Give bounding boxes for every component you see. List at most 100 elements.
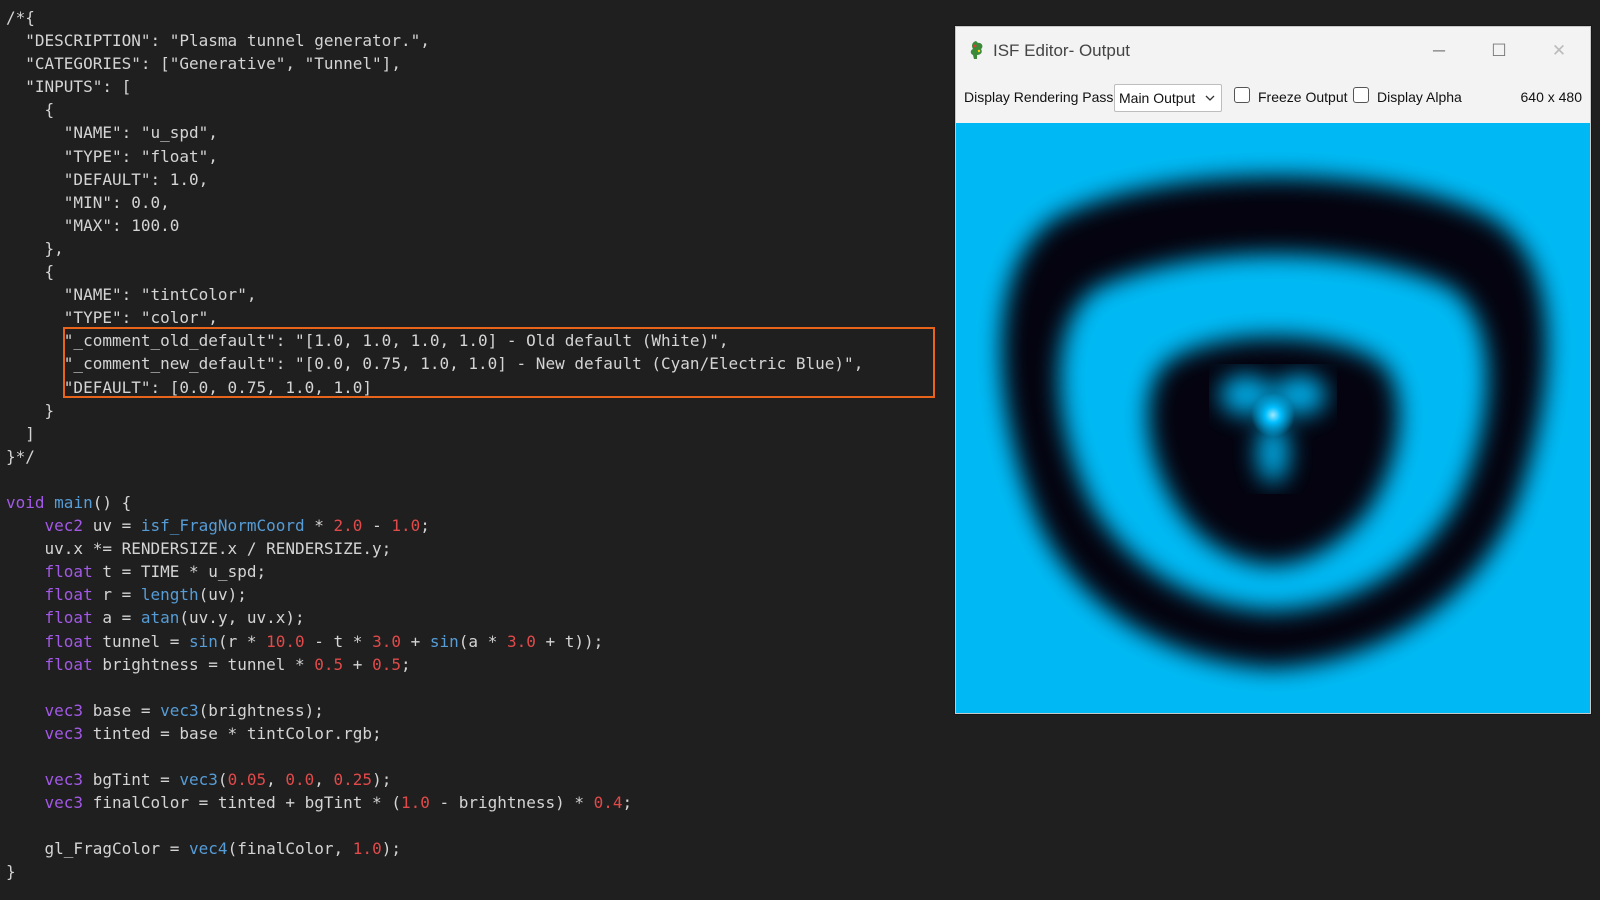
output-toolbar: Display Rendering Pass: Main Output Free… [956,75,1590,123]
display-alpha-checkbox[interactable] [1353,87,1369,103]
code-line: "INPUTS": [ [6,75,863,98]
code-token: 3.0 [506,631,536,651]
output-window[interactable]: ISF Editor- Output ─ ☐ ✕ Display Renderi… [955,26,1591,714]
code-token: 0.5 [314,654,344,674]
code-line: "CATEGORIES": ["Generative", "Tunnel"], [6,52,863,75]
code-token: + t)); [535,631,604,651]
code-token: 3.0 [372,631,401,651]
code-token: , [314,770,334,790]
code-token: atan [140,608,180,628]
code-line: }*/ [6,445,863,468]
render-preview [956,123,1590,713]
code-line: vec3 bgTint = vec3(0.05, 0.0, 0.25); [6,768,863,791]
shader-code[interactable]: /*{ "DESCRIPTION": "Plasma tunnel genera… [6,6,863,884]
code-token: vec3 [44,723,84,743]
code-line: /*{ [6,6,863,29]
code-token: base = [83,700,161,720]
code-token: 0.25 [333,770,373,790]
code-line: { [6,98,863,121]
minimize-button[interactable]: ─ [1419,35,1459,67]
code-line: "_comment_new_default": "[0.0, 0.75, 1.0… [6,352,864,375]
code-token: + [400,631,430,651]
code-line: "MAX": 100.0 [6,214,863,237]
code-token: ; [400,654,411,674]
code-token: sin [189,631,218,651]
code-token: length [140,585,199,605]
code-token: float [44,654,93,674]
code-token: isf_FragNormCoord [140,516,305,536]
code-token: vec3 [179,770,218,790]
code-token: float [44,631,93,651]
code-token: "NAME": "u_spd", [6,123,218,143]
code-editor[interactable]: /*{ "DESCRIPTION": "Plasma tunnel genera… [0,0,940,900]
code-line: float t = TIME * u_spd; [6,560,863,583]
rendering-pass-label: Display Rendering Pass: [964,89,1118,105]
code-token: 10.0 [266,631,305,651]
rendering-pass-select[interactable]: Main Output [1114,84,1222,112]
code-line: vec3 base = vec3(brightness); [6,699,863,722]
code-token: ] [6,423,35,443]
code-token: } [6,862,16,882]
code-token: 1.0 [352,839,382,859]
freeze-output-checkbox[interactable] [1234,87,1250,103]
code-token: t = TIME * u_spd; [92,562,267,582]
code-line: gl_FragColor = vec4(finalColor, 1.0); [6,837,863,860]
code-token: r = [92,585,141,605]
code-token: (uv.y, uv.x); [179,608,305,628]
maximize-button[interactable]: ☐ [1479,35,1519,67]
app-icon [970,41,983,59]
code-token: vec3 [44,700,84,720]
code-line: ] [6,422,863,445]
code-line: "_comment_old_default": "[1.0, 1.0, 1.0,… [6,329,863,352]
code-token: * [304,516,334,536]
code-token: finalColor = tinted + bgTint * ( [83,793,401,813]
code-line: vec2 uv = isf_FragNormCoord * 2.0 - 1.0; [6,514,863,537]
code-line: uv.x *= RENDERSIZE.x / RENDERSIZE.y; [6,537,863,560]
code-token: 1.0 [391,516,421,536]
code-token: ); [372,770,392,790]
code-token: "INPUTS": [ [6,77,132,97]
code-line: float tunnel = sin(r * 10.0 - t * 3.0 + … [6,630,863,653]
code-token: { [6,100,55,120]
code-line: } [6,860,863,883]
code-token: uv.x *= RENDERSIZE.x / RENDERSIZE.y; [6,539,392,559]
code-token: main [54,492,93,512]
code-token: }, [6,238,64,258]
code-token: - brightness) * [429,793,594,813]
code-line: "TYPE": "float", [6,145,863,168]
code-token: "MAX": 100.0 [6,215,180,235]
code-line: float r = length(uv); [6,583,863,606]
code-line: "TYPE": "color", [6,306,863,329]
code-token: 0.05 [227,770,267,790]
code-token: 0.5 [372,654,401,674]
close-button[interactable]: ✕ [1539,35,1579,67]
code-token: "DEFAULT": [0.0, 0.75, 1.0, 1.0] [6,377,373,397]
code-token: - [362,516,392,536]
code-token: 1.0 [400,793,430,813]
title-bar[interactable]: ISF Editor- Output ─ ☐ ✕ [956,27,1590,75]
code-token: a = [92,608,141,628]
code-line: "DEFAULT": 1.0, [6,168,863,191]
code-token: float [44,562,93,582]
code-line: vec3 finalColor = tinted + bgTint * (1.0… [6,791,863,814]
code-token: "NAME": "tintColor", [6,285,257,305]
code-token: sin [429,631,459,651]
code-token: void [6,492,45,512]
code-token: gl_FragColor = [6,839,190,859]
code-token: "_comment_new_default": "[0.0, 0.75, 1.0… [6,354,864,374]
code-token: "_comment_old_default": "[1.0, 1.0, 1.0,… [6,331,729,351]
code-token: () { [92,492,132,512]
code-token: tunnel = [92,631,190,651]
code-token: ; [622,793,633,813]
